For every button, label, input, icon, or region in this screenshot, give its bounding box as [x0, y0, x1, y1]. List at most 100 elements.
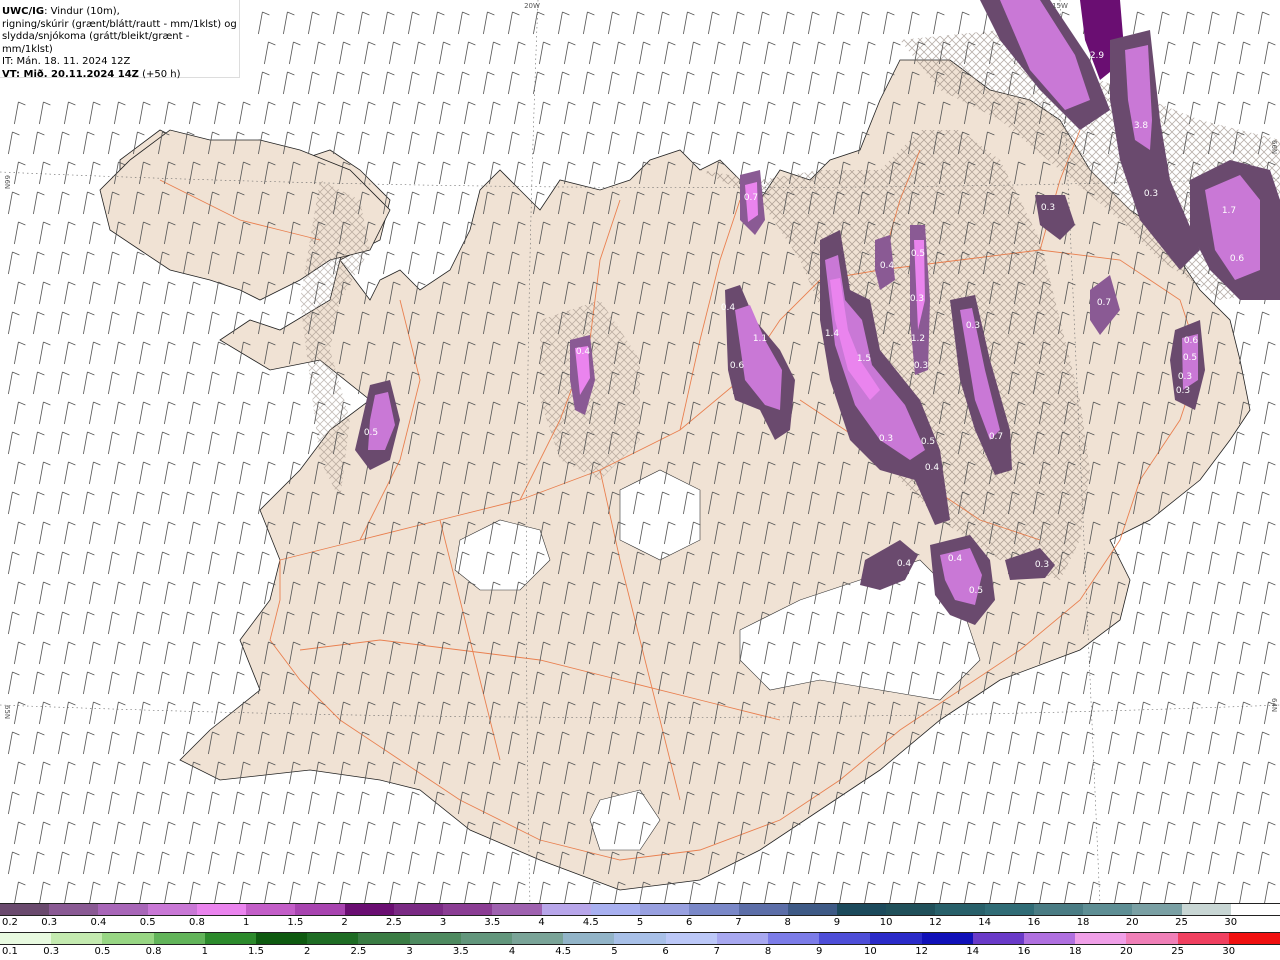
snow-legend-label: 12 [929, 917, 942, 928]
rain-legend-swatch [256, 933, 308, 944]
precip-value: 0.6 [1184, 336, 1199, 346]
snow-legend-swatch [147, 904, 197, 915]
snow-legend-swatch [886, 904, 936, 915]
rain-legend-label: 1.5 [248, 946, 264, 957]
snow-legend-swatch [443, 904, 493, 915]
product-name: UWC/IG [2, 6, 45, 17]
lat-label-65n-left: 65N [3, 705, 11, 719]
rain-legend-label: 0.8 [145, 946, 162, 957]
rain-legend-swatch [921, 933, 973, 944]
snow-legend-label: 1.5 [287, 917, 304, 928]
precip-value: 3.8 [1134, 121, 1149, 131]
precip-value: 0.3 [1041, 203, 1055, 213]
snow-legend-swatch [1132, 904, 1182, 915]
snow-legend-swatch [1230, 904, 1280, 915]
precip-value: 0.6 [730, 361, 745, 371]
rain-legend-label: 30 [1222, 946, 1236, 957]
precip-value: 0.7 [1097, 298, 1111, 308]
rain-legend-swatch [0, 933, 52, 944]
rain-legend-swatch [716, 933, 769, 944]
snow-legend-label: 6 [686, 917, 693, 928]
snow-legend-label: 8 [784, 917, 791, 928]
it-value: : Mán. 18. 11. 2024 12Z [9, 56, 131, 67]
precip-value: 0.6 [1230, 254, 1245, 264]
snow-legend-label: 7 [735, 917, 742, 928]
snow-legend-swatch [246, 904, 296, 915]
snow-legend-swatch [984, 904, 1034, 915]
rain-legend-swatch [870, 933, 922, 944]
snow-legend-label: 2 [341, 917, 348, 928]
rain-legend-label: 1 [201, 946, 208, 957]
rain-legend-label: 0.5 [94, 946, 111, 957]
rain-legend-label: 16 [1017, 946, 1031, 957]
rain-legend-swatch [307, 933, 359, 944]
rain-legend-swatch [614, 933, 666, 944]
snow-legend-swatch [196, 904, 247, 915]
snow-legend-label: 3 [439, 917, 447, 928]
precip-value: 1.7 [1222, 206, 1236, 216]
precip-value: 0.3 [879, 434, 893, 444]
snow-legend-label: 0.4 [90, 917, 107, 928]
it-label: IT [2, 56, 10, 67]
rain-legend-label: 0.3 [43, 946, 60, 957]
precip-value: 0.5 [969, 586, 983, 596]
snow-legend-label: 10 [879, 917, 893, 928]
lon-label-20w: 20W [524, 2, 540, 10]
rain-legend-swatch [1075, 933, 1127, 944]
snow-legend-label: 16 [1027, 917, 1041, 928]
snow-legend-swatch [492, 904, 542, 915]
snow-legend-swatch [295, 904, 345, 915]
rain-legend-label: 0.1 [2, 946, 18, 957]
rain-legend-swatch [51, 933, 103, 944]
rain-legend-label: 3.5 [452, 946, 469, 957]
rain-legend-swatch [358, 933, 410, 944]
snow-legend-label: 18 [1076, 917, 1090, 928]
rain-legend-label: 4.5 [555, 946, 572, 957]
precip-value: 0.4 [925, 463, 940, 473]
snow-legend-swatch [640, 904, 690, 915]
rain-legend-label: 14 [966, 946, 980, 957]
precip-value: 0.4 [880, 261, 895, 271]
snow-legend-label: 0.3 [41, 917, 58, 928]
rain-legend-swatch [460, 933, 513, 944]
vt-value: : Mið. 20.11.2024 14Z [16, 68, 139, 80]
rain-legend-bar [0, 932, 1280, 945]
snow-legend-swatch [836, 904, 887, 915]
snow-legend-label: 14 [978, 917, 991, 928]
snow-legend-label: 9 [833, 917, 841, 928]
snow-legend-label: 30 [1224, 917, 1238, 928]
rain-legend-swatch [1177, 933, 1229, 944]
precip-value: 1.1 [753, 334, 767, 344]
lat-label-66n-left: 66N [3, 175, 11, 189]
snow-legend-swatch [689, 904, 739, 915]
snow-legend-swatch [1181, 904, 1231, 915]
snow-legend-labels: 0.2 0.3 0.4 0.5 0.8 1 1.5 2 2.5 3 3.5 4 4.5 5 6 7 8 9 10 12… [0, 917, 1280, 931]
rain-legend-swatch [102, 933, 154, 944]
rain-legend-label: 18 [1068, 946, 1082, 957]
snow-legend-label: 3.5 [484, 917, 501, 928]
rain-legend-swatch [512, 933, 564, 944]
rain-legend-label: 8 [764, 946, 772, 957]
snow-legend-label: 2.5 [385, 917, 402, 928]
rain-legend-label: 7 [713, 946, 720, 957]
rain-legend-swatch [1228, 933, 1280, 944]
precip-value: 0.5 [364, 428, 378, 438]
rain-legend-swatch [153, 933, 205, 944]
rain-legend-swatch [972, 933, 1025, 944]
snow-legend-swatch [590, 904, 641, 915]
lat-label-64n-right: 64N [1270, 698, 1278, 712]
rain-legend-swatch [665, 933, 717, 944]
snow-legend-bar [0, 903, 1280, 916]
rain-legend-label: 5 [611, 946, 618, 957]
product-desc: : Vindur (10m), [44, 6, 120, 17]
snow-legend-swatch [344, 904, 394, 915]
precip-value: 0.3 [914, 361, 928, 371]
rain-desc: rigning/skúrir (grænt/blátt/rautt - mm/1… [2, 18, 237, 30]
lat-label-66n-right: 66N [1270, 140, 1278, 154]
precip-value: 0.4 [721, 303, 736, 313]
color-legend: 0.2 0.3 0.4 0.5 0.8 1 1.5 2 2.5 3 3.5 4 4.5 5 6 7 8 9 10 12… [0, 903, 1280, 960]
snow-legend-label: 0.2 [2, 917, 18, 928]
rain-legend-swatch [819, 933, 871, 944]
precip-value: 0.5 [1183, 353, 1197, 363]
rain-legend-label: 2.5 [350, 946, 367, 957]
